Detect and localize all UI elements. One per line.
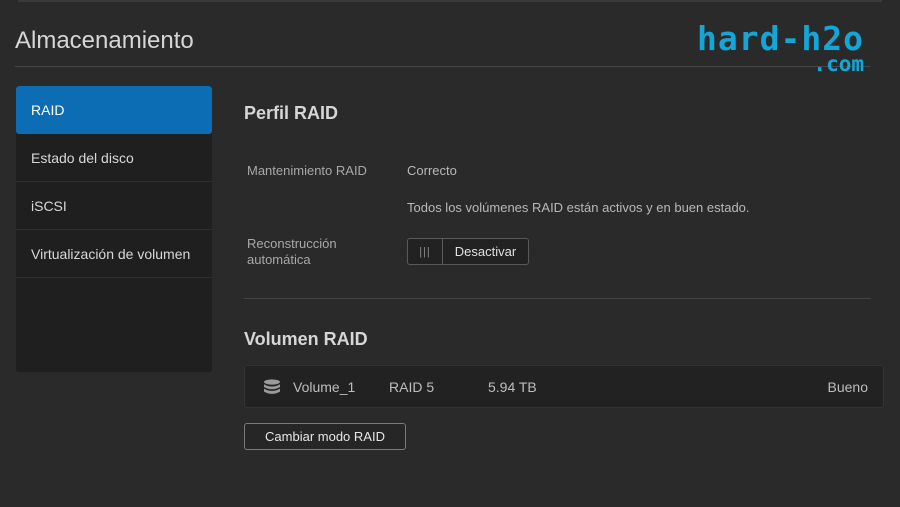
sidebar-item-volume-virtualization[interactable]: Virtualización de volumen [16, 230, 212, 278]
maintenance-value: Correcto [407, 163, 457, 178]
toggle-label: Desactivar [454, 244, 517, 259]
volume-row[interactable]: Volume_1 RAID 5 5.94 TB Bueno [244, 365, 884, 408]
sidebar-item-label: RAID [31, 101, 65, 118]
auto-rebuild-label-line1: Reconstrucción [247, 236, 337, 251]
volume-status: Bueno [827, 378, 868, 395]
database-icon [263, 379, 281, 399]
section-divider [244, 298, 871, 299]
logo-sub-text: .com [813, 52, 864, 76]
top-border [18, 0, 882, 2]
sidebar-item-label: iSCSI [31, 197, 67, 214]
logo-main-text: hard-h2o [697, 19, 864, 58]
sidebar-item-disk-status[interactable]: Estado del disco [16, 134, 212, 182]
volume-raid-level: RAID 5 [389, 378, 435, 395]
sidebar-item-label: Virtualización de volumen [31, 245, 191, 262]
volume-name: Volume_1 [293, 378, 356, 395]
volume-size: 5.94 TB [488, 378, 537, 395]
sidebar-item-label: Estado del disco [31, 149, 134, 166]
maintenance-label: Mantenimiento RAID [247, 163, 367, 178]
page-title: Almacenamiento [15, 27, 194, 54]
sidebar: RAID Estado del disco iSCSI Virtualizaci… [16, 86, 212, 372]
sidebar-item-raid[interactable]: RAID [16, 86, 212, 134]
change-raid-mode-button[interactable]: Cambiar modo RAID [244, 423, 406, 450]
toggle-handle-icon: ||| [408, 239, 443, 264]
auto-rebuild-label-line2: automática [247, 252, 311, 267]
auto-rebuild-toggle[interactable]: ||| Desactivar [407, 238, 529, 265]
section-title-raid-volume: Volumen RAID [244, 329, 368, 349]
maintenance-detail: Todos los volúmenes RAID están activos y… [407, 200, 750, 215]
auto-rebuild-label: Reconstrucción automática [247, 236, 337, 268]
sidebar-item-iscsi[interactable]: iSCSI [16, 182, 212, 230]
watermark-logo: hard-h2o .com [697, 19, 864, 76]
section-title-raid-profile: Perfil RAID [244, 103, 339, 123]
